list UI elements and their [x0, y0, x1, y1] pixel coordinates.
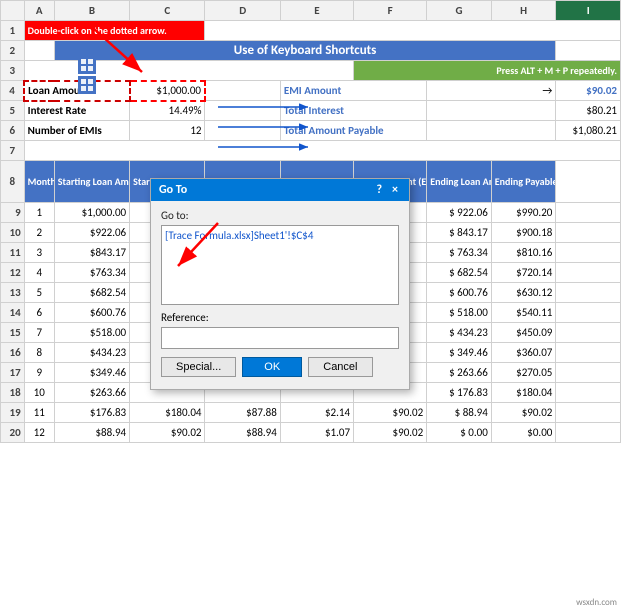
col-i-header[interactable]: I [556, 1, 621, 21]
row-8-header: 8 [1, 161, 25, 203]
col-g-header[interactable]: G [427, 1, 492, 21]
loan-amount-value: $1,000.00 [130, 81, 205, 101]
reference-input[interactable] [161, 327, 399, 349]
col-b-header[interactable]: B [54, 1, 129, 21]
dialog-titlebar: Go To ? × [151, 179, 409, 201]
instruction-right: Press ALT + M + P repeatedly. [354, 61, 621, 81]
row-1: 1 Double-click on the dotted arrow. [1, 21, 621, 41]
total-payable-label: Total Amount Payable [280, 121, 426, 141]
col-ending-loan-header: Ending Loan Amount [427, 161, 492, 203]
row-2-header: 2 [1, 41, 25, 61]
cancel-button[interactable]: Cancel [308, 357, 372, 377]
row-5: 5 Interest Rate 14.49% Total Interest $8… [1, 101, 621, 121]
dialog-buttons: Special... OK Cancel [161, 357, 399, 381]
emi-amount-label: EMI Amount [280, 81, 426, 101]
row-6: 6 Number of EMIs 12 Total Amount Payable… [1, 121, 621, 141]
dialog-question[interactable]: ? [373, 183, 385, 197]
watermark: wsxdn.com [576, 597, 617, 608]
col-header-row: A B C D E F G H I [1, 1, 621, 21]
emi-amount-value: $90.02 [556, 81, 621, 101]
row-7-header: 7 [1, 141, 25, 161]
table-row: 19 11 $176.83 $180.04 $87.88 $2.14 $90.0… [1, 403, 621, 423]
col-ending-payable-header: Ending Payable Amount [491, 161, 556, 203]
reference-label: Reference: [161, 311, 399, 324]
row-5-header: 5 [1, 101, 25, 121]
instruction-top: Double-click on the dotted arrow. [24, 21, 205, 41]
special-button[interactable]: Special... [161, 357, 236, 377]
col-month-header: Month [24, 161, 54, 203]
dialog-close-icon[interactable]: × [389, 183, 401, 197]
table-row: 20 12 $88.94 $90.02 $88.94 $1.07 $90.02 … [1, 423, 621, 443]
row-6-header: 6 [1, 121, 25, 141]
col-d-header[interactable]: D [205, 1, 280, 21]
row-3-header: 3 [1, 61, 25, 81]
total-interest-value: $80.21 [556, 101, 621, 121]
goto-textarea[interactable]: [Trace Formula.xlsx]Sheet1'!$C$4 [161, 225, 399, 305]
formula-ref-text: [Trace Formula.xlsx]Sheet1'!$C$4 [165, 229, 395, 242]
row-4: 4 Loan Amount $1,000.00 EMI Amount → $90… [1, 81, 621, 101]
col-h-header[interactable]: H [491, 1, 556, 21]
num-emis-value: 12 [130, 121, 205, 141]
dialog-body: Go to: [Trace Formula.xlsx]Sheet1'!$C$4 … [151, 201, 409, 389]
interest-rate-label: Interest Rate [24, 101, 129, 121]
total-interest-label: Total Interest [280, 101, 426, 121]
total-payable-value: $1,080.21 [556, 121, 621, 141]
col-a-header[interactable]: A [24, 1, 54, 21]
corner-cell [1, 1, 25, 21]
row-7: 7 [1, 141, 621, 161]
num-emis-label: Number of EMIs [24, 121, 129, 141]
dialog-title: Go To [159, 183, 187, 197]
col-c-header[interactable]: C [130, 1, 205, 21]
ok-button[interactable]: OK [242, 357, 302, 377]
dialog-titlebar-buttons: ? × [373, 183, 401, 197]
row-1-header: 1 [1, 21, 25, 41]
row-2: 2 Use of Keyboard Shortcuts [1, 41, 621, 61]
col-e-header[interactable]: E [280, 1, 353, 21]
goto-dialog: Go To ? × Go to: [Trace Formula.xlsx]She… [150, 178, 410, 390]
col-starting-loan-header: Starting Loan Amount [54, 161, 129, 203]
row-3: 3 Press ALT + M + P repeatedly. [1, 61, 621, 81]
page-title: Use of Keyboard Shortcuts [54, 41, 556, 61]
col-f-header[interactable]: F [354, 1, 427, 21]
goto-label: Go to: [161, 209, 399, 222]
row-4-header: 4 [1, 81, 25, 101]
loan-amount-label: Loan Amount [24, 81, 129, 101]
interest-rate-value: 14.49% [130, 101, 205, 121]
spreadsheet: A B C D E F G H I 1 Double-click on the … [0, 0, 621, 612]
